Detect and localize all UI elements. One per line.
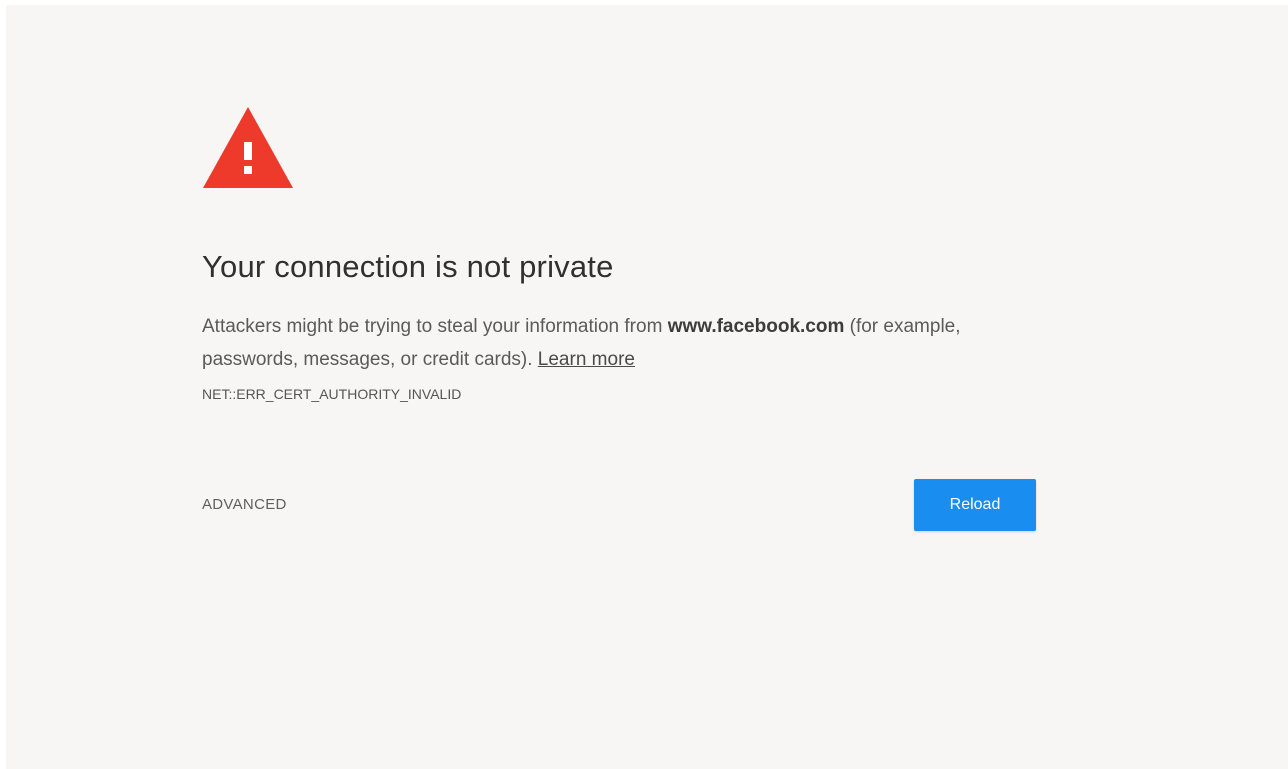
site-name: www.facebook.com xyxy=(667,316,845,337)
page-title: Your connection is not private xyxy=(202,249,614,284)
warning-message: Attackers might be trying to steal your … xyxy=(202,310,992,376)
message-prefix: Attackers might be trying to steal your … xyxy=(202,316,668,337)
learn-more-link[interactable]: Learn more xyxy=(538,349,635,370)
interstitial-page: Your connection is not private Attackers… xyxy=(6,5,1288,769)
advanced-button[interactable]: ADVANCED xyxy=(202,496,287,513)
warning-triangle-icon xyxy=(203,107,293,188)
error-code: NET::ERR_CERT_AUTHORITY_INVALID xyxy=(202,386,462,402)
reload-button[interactable]: Reload xyxy=(914,479,1036,531)
